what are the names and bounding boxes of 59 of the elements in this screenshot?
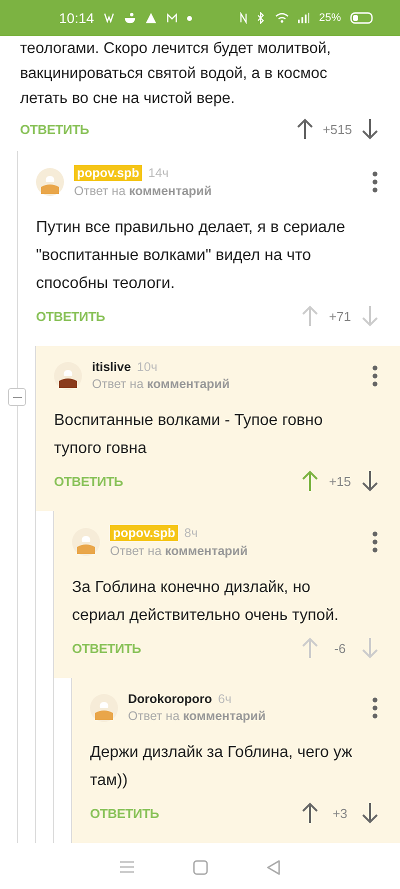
reply-target-link[interactable]: комментарий — [183, 709, 266, 723]
home-icon[interactable] — [193, 860, 208, 874]
author-name[interactable]: popov.spb — [110, 525, 178, 541]
reply-button[interactable]: ОТВЕТИТЬ — [20, 122, 90, 136]
battery-icon — [350, 12, 374, 24]
mail-icon — [166, 12, 178, 24]
comment-time: 8ч — [184, 526, 198, 540]
reply-label: Ответ на — [92, 377, 144, 391]
comment-text: Держи дизлайк за Гоблина, чего уж там)) — [90, 743, 354, 791]
more-options-icon[interactable] — [372, 696, 378, 718]
author-name[interactable]: itislive — [92, 360, 131, 374]
wifi-icon — [274, 12, 289, 24]
emblem-icon — [103, 12, 116, 24]
bluetooth-icon — [256, 12, 266, 24]
comment-text: За Гоблина конечно дизлайк, но сериал действительно очень тупой. — [72, 578, 340, 626]
collapse-button[interactable] — [8, 388, 26, 406]
author-name[interactable]: Dorokoroporo — [128, 692, 212, 706]
more-options-icon[interactable] — [372, 170, 378, 192]
clock: 10:14 — [59, 10, 94, 26]
nfc-icon — [238, 12, 248, 24]
more-options-icon[interactable] — [372, 364, 378, 386]
downvote-icon[interactable] — [362, 802, 378, 824]
comment-text: теологами. Скоро лечится будет молитвой, — [20, 39, 332, 59]
comment-text: Воспитанные волками - Тупое говно тупого говна — [54, 411, 324, 459]
rating-score: +515 — [322, 122, 352, 136]
reply-target-link[interactable]: комментарий — [129, 184, 212, 198]
comment-time: 10ч — [136, 360, 158, 374]
comment-text: Путин все правильно делает, я в сериале "воспитанные волками" видел на что способны теологи. — [36, 218, 346, 294]
reply-button[interactable]: ОТВЕТИТЬ — [90, 806, 160, 820]
upvote-icon[interactable] — [302, 802, 318, 824]
menu-icon[interactable] — [119, 860, 135, 874]
bowl-icon — [124, 12, 136, 24]
reply-target-link[interactable]: комментарий — [147, 377, 230, 391]
rating-score: +15 — [328, 474, 352, 488]
avatar-icon[interactable] — [54, 362, 82, 390]
warning-icon — [145, 12, 158, 24]
signal-icon — [298, 12, 310, 24]
dot-icon — [187, 16, 192, 20]
downvote-icon[interactable] — [362, 118, 378, 140]
reply-target-link[interactable]: комментарий — [165, 544, 248, 558]
back-icon[interactable] — [266, 860, 281, 874]
reply-button[interactable]: ОТВЕТИТЬ — [36, 308, 106, 324]
upvote-icon[interactable] — [296, 118, 313, 140]
more-options-icon[interactable] — [372, 530, 378, 552]
reply-button[interactable]: ОТВЕТИТЬ — [72, 640, 142, 656]
comment-time: 6ч — [218, 692, 232, 706]
reply-label: Ответ на — [110, 544, 162, 558]
reply-button[interactable]: ОТВЕТИТЬ — [54, 474, 124, 488]
reply-label: Ответ на — [128, 709, 180, 723]
author-name[interactable]: popov.spb — [74, 165, 142, 181]
reply-label: Ответ на — [74, 184, 126, 198]
battery-percent: 25% — [318, 12, 341, 24]
comment-text: вакцинироваться святой водой, а в космос летать во сне на чистой вере. — [20, 64, 328, 109]
comment-time: 14ч — [148, 166, 169, 180]
rating-score: +71 — [328, 308, 352, 324]
rating-score: -6 — [333, 640, 347, 656]
rating-score: +3 — [332, 806, 348, 820]
downvote-icon[interactable] — [362, 470, 378, 492]
upvote-icon[interactable] — [302, 470, 318, 492]
